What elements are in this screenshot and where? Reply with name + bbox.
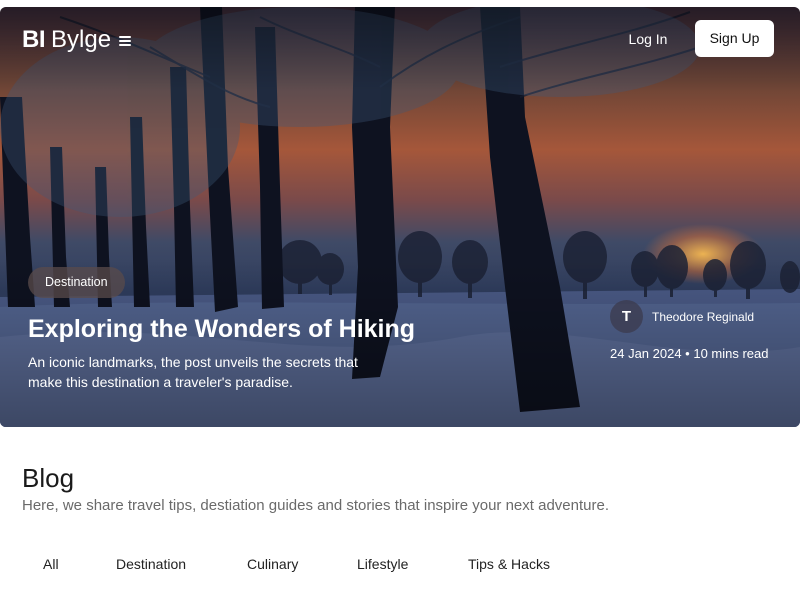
brand-logo[interactable]: BI Bylge xyxy=(22,26,132,54)
signup-button[interactable]: Sign Up xyxy=(695,20,774,57)
hero-banner: BI Bylge Log In Sign Up Destination Expl… xyxy=(0,7,800,427)
logo-mark: BI xyxy=(22,26,46,53)
avatar: T xyxy=(610,300,643,333)
post-meta: 24 Jan 2024 • 10 mins read xyxy=(610,346,769,361)
category-tabs: All Destination Culinary Lifestyle Tips … xyxy=(0,553,800,575)
hero-title[interactable]: Exploring the Wonders of Hiking xyxy=(28,313,548,345)
tab-culinary[interactable]: Culinary xyxy=(247,553,298,575)
menu-icon[interactable] xyxy=(119,36,132,46)
tab-destination[interactable]: Destination xyxy=(116,553,186,575)
author-name: Theodore Reginald xyxy=(652,309,755,324)
tab-lifestyle[interactable]: Lifestyle xyxy=(357,553,408,575)
author-info: T Theodore Reginald xyxy=(610,300,754,333)
blog-heading: Blog xyxy=(22,463,75,493)
tab-all[interactable]: All xyxy=(43,553,59,575)
login-button[interactable]: Log In xyxy=(620,27,676,51)
blog-description: Here, we share travel tips, destiation g… xyxy=(22,497,609,514)
category-tag[interactable]: Destination xyxy=(28,267,125,298)
tab-tips-hacks[interactable]: Tips & Hacks xyxy=(468,553,550,575)
logo-name: Bylge xyxy=(51,26,112,53)
hero-subtitle: An iconic landmarks, the post unveils th… xyxy=(28,354,358,390)
